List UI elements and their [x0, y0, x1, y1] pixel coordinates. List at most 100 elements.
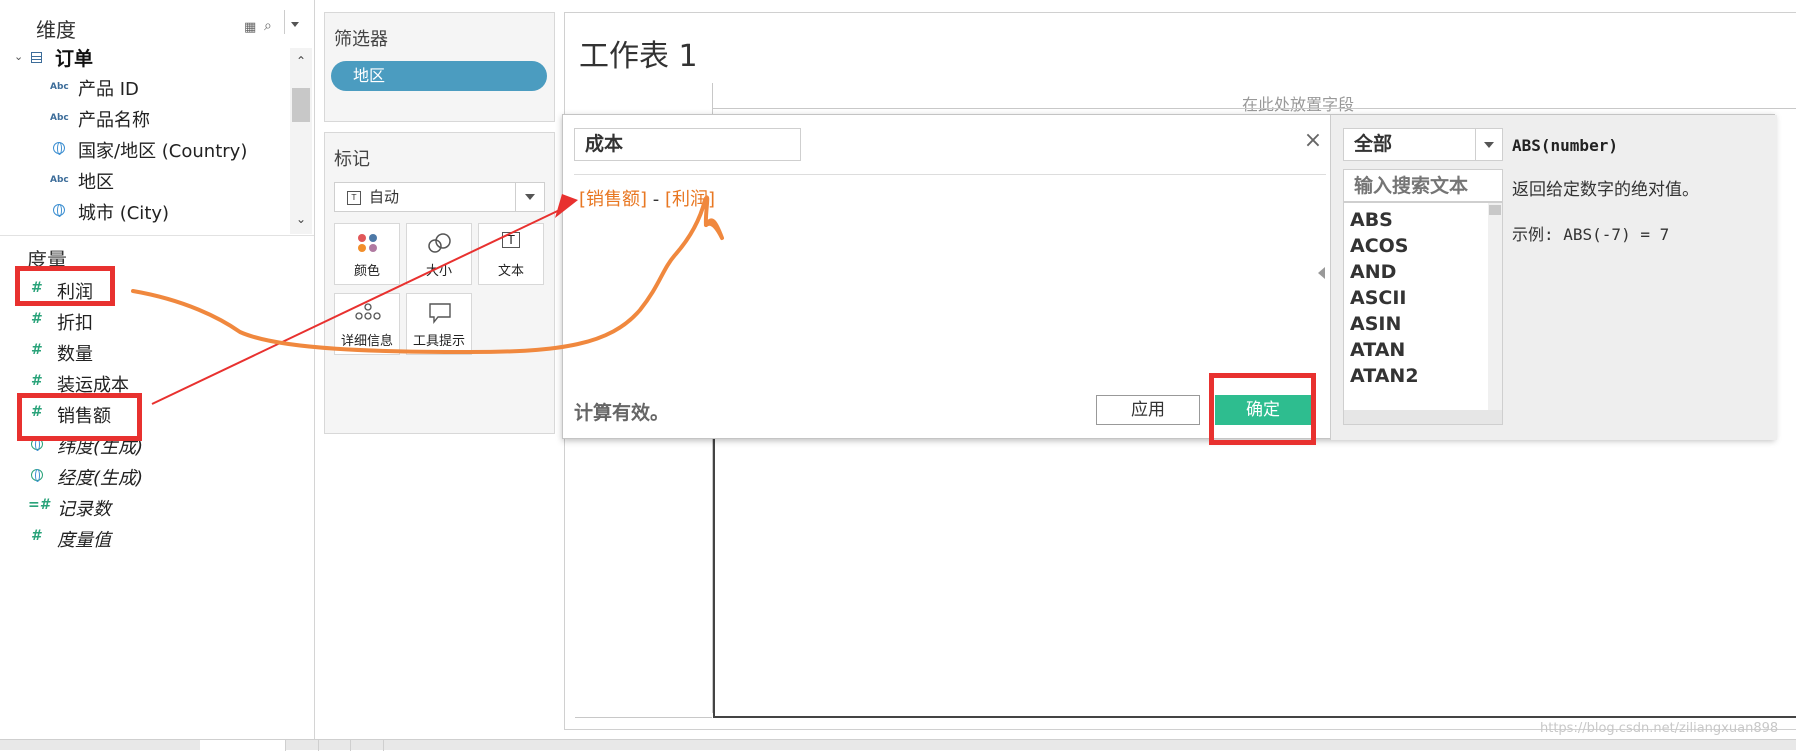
apply-button[interactable]: 应用 — [1096, 395, 1200, 425]
tooltip-button-label: 工具提示 — [412, 334, 465, 349]
viz-area[interactable] — [713, 438, 1796, 718]
function-list-hscrollbar[interactable] — [1344, 410, 1502, 424]
function-list-scrollbar[interactable] — [1488, 203, 1502, 424]
size-button-label: 大小 — [425, 264, 452, 279]
function-item[interactable]: ATAN2 — [1350, 365, 1419, 387]
formula-field-profit: [利润] — [665, 189, 716, 210]
text-mark-icon: T — [347, 191, 361, 205]
detail-icon — [355, 303, 381, 320]
calc-name-field[interactable]: 成本 — [574, 128, 801, 161]
search-icon[interactable]: ⌕ — [264, 18, 272, 34]
size-icon — [428, 233, 451, 253]
marks-card: 标记 T 自动 颜色 大小 T 文本 详细信息 工具提示 — [324, 132, 555, 434]
tab-segment[interactable] — [200, 740, 286, 751]
chevron-down-icon[interactable] — [515, 183, 544, 211]
measure-item[interactable]: =# 记录数 — [0, 493, 290, 521]
annotation-box-ok — [1209, 373, 1316, 445]
table-name[interactable]: 订单 — [55, 44, 93, 71]
abc-icon: Abc — [50, 82, 69, 92]
tab-segment[interactable] — [0, 740, 201, 751]
dimension-item[interactable]: 城市 (City) — [0, 197, 290, 225]
tab-segment[interactable] — [350, 740, 384, 751]
hash-icon: # — [31, 342, 43, 358]
scroll-down-icon[interactable]: ⌄ — [296, 212, 306, 226]
abc-icon: Abc — [50, 175, 69, 185]
chevron-down-icon[interactable] — [291, 22, 299, 27]
function-list[interactable]: ABS ACOS AND ASCII ASIN ATAN ATAN2 — [1343, 202, 1503, 425]
close-icon[interactable]: × — [1301, 129, 1325, 153]
watermark: https://blog.csdn.net/ziliangxuan898 — [1540, 721, 1779, 736]
dimension-label: 国家/地区 (Country) — [78, 141, 248, 162]
divider — [575, 717, 712, 718]
calculation-dialog: 成本 × [销售额] - [利润] 计算有效。 应用 确定 全部 ABS ACO… — [562, 114, 1777, 440]
measure-item[interactable]: # 度量值 — [0, 524, 290, 552]
calc-status: 计算有效。 — [574, 402, 670, 424]
function-panel: 全部 ABS ACOS AND ASCII ASIN ATAN ATAN2 AB… — [1330, 115, 1777, 440]
scroll-up-icon[interactable]: ⌃ — [296, 54, 306, 68]
dimension-label: 地区 — [78, 172, 114, 193]
function-item[interactable]: ASCII — [1350, 287, 1406, 309]
measure-item[interactable]: 经度(生成) — [0, 462, 290, 490]
sheet-tabs-bar — [0, 739, 1796, 751]
function-item[interactable]: AND — [1350, 261, 1396, 283]
chevron-down-icon[interactable] — [1475, 129, 1502, 160]
mark-type-select[interactable]: T 自动 — [334, 182, 545, 212]
color-icon — [358, 234, 377, 252]
filters-card[interactable]: 筛选器 地区 — [324, 12, 555, 122]
function-item[interactable]: ATAN — [1350, 339, 1405, 361]
dimension-item[interactable]: Abc 产品名称 — [0, 104, 290, 132]
size-button[interactable]: 大小 — [406, 223, 472, 285]
measure-item[interactable]: # 数量 — [0, 338, 290, 366]
detail-button[interactable]: 详细信息 — [334, 293, 400, 355]
annotation-box-profit — [15, 266, 115, 306]
drop-field-hint[interactable]: 在此处放置字段 — [1242, 91, 1354, 115]
dimensions-scrollbar[interactable]: ⌃ ⌄ — [290, 48, 312, 234]
dimension-item[interactable]: Abc 产品 ID — [0, 73, 290, 101]
collapse-panel-icon[interactable] — [1318, 267, 1325, 279]
measure-label: 记录数 — [57, 499, 111, 520]
dimensions-header: 维度 — [36, 18, 76, 42]
abc-icon: Abc — [50, 113, 69, 123]
color-button[interactable]: 颜色 — [334, 223, 400, 285]
function-item[interactable]: ABS — [1350, 209, 1393, 231]
text-button-label: 文本 — [497, 264, 524, 279]
measure-label: 数量 — [57, 344, 93, 365]
scroll-thumb[interactable] — [292, 88, 310, 122]
hash-icon: # — [31, 311, 43, 327]
divider — [712, 108, 1796, 109]
tab-segment[interactable] — [318, 740, 351, 751]
function-item[interactable]: ACOS — [1350, 235, 1408, 257]
function-signature: ABS(number) — [1512, 136, 1618, 155]
cards-column: 筛选器 地区 标记 T 自动 颜色 大小 T 文本 详细信息 工具提示 — [324, 12, 555, 434]
dimension-item[interactable]: Abc 地区 — [0, 166, 290, 194]
divider — [0, 235, 314, 236]
annotation-box-sales — [17, 393, 142, 441]
dimension-label: 产品 ID — [78, 79, 139, 100]
hash-icon: =# — [28, 497, 50, 513]
dimension-item[interactable]: 国家/地区 (Country) — [0, 135, 290, 163]
tooltip-button[interactable]: 工具提示 — [406, 293, 472, 355]
sheet-title: 工作表 1 — [579, 39, 698, 74]
measure-item[interactable]: # 折扣 — [0, 307, 290, 335]
globe-icon — [53, 142, 65, 155]
measure-label: 度量值 — [57, 530, 111, 551]
tab-segment[interactable] — [285, 740, 319, 751]
text-button[interactable]: T 文本 — [478, 223, 544, 285]
function-search-input[interactable] — [1343, 169, 1503, 202]
formula-editor[interactable]: [销售额] - [利润] — [579, 185, 715, 211]
marks-card-title: 标记 — [334, 149, 370, 170]
formula-field-sales: [销售额] — [579, 189, 648, 210]
formula-operator: - — [652, 189, 660, 210]
function-item[interactable]: ASIN — [1350, 313, 1401, 335]
scroll-thumb[interactable] — [1489, 205, 1501, 215]
detail-button-label: 详细信息 — [340, 334, 393, 349]
list-view-icon[interactable]: ▦ — [244, 20, 256, 35]
data-pane: 维度 ▦ ⌕ ⌄ 订单 Abc 产品 ID Abc 产品名称 国家/地区 (Co… — [0, 0, 315, 740]
dimension-label: 城市 (City) — [78, 203, 170, 224]
hash-icon: # — [31, 528, 41, 544]
filter-pill[interactable]: 地区 — [331, 61, 547, 91]
function-category-select[interactable]: 全部 — [1343, 128, 1503, 161]
function-description: 返回给定数字的绝对值。 — [1512, 180, 1699, 200]
measure-label: 经度(生成) — [57, 468, 144, 489]
collapse-chevron-icon[interactable]: ⌄ — [14, 50, 23, 63]
